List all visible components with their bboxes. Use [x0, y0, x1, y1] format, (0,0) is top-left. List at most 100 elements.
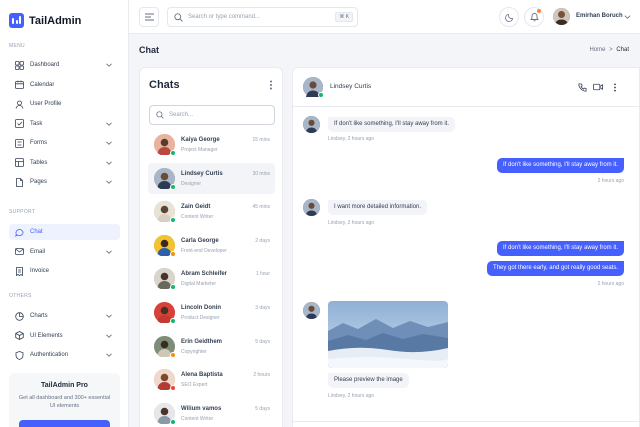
message-meta: Lindsey, 2 hours ago — [328, 220, 375, 226]
top-header: Search or type command... ⌘ K Emirhan Bo… — [129, 0, 640, 34]
sidebar-item-chat[interactable]: Chat — [9, 224, 120, 240]
chat-contact-item[interactable]: Kaiya George Project Manager 15 mins — [148, 129, 275, 160]
pie-chart-icon — [15, 311, 24, 321]
message-incoming: Please preview the image — [328, 373, 409, 388]
sidebar-item-dashboard[interactable]: Dashboard — [9, 57, 120, 73]
sidebar: TailAdmin MENU Dashboard Calendar User Pro… — [0, 0, 129, 427]
status-dot — [170, 217, 176, 224]
chat-icon — [15, 228, 24, 237]
contact-name: Lincoln Donin — [181, 305, 221, 311]
sidebar-item-invoice[interactable]: Invoice — [9, 263, 120, 279]
contact-time: 2 days — [255, 237, 270, 244]
chat-search-input[interactable]: Search... — [149, 105, 275, 125]
sidebar-item-calendar[interactable]: Calendar — [9, 77, 120, 93]
promo-title: TailAdmin Pro — [41, 382, 88, 389]
chat-contact-item[interactable]: Lincoln Donin Product Designer 3 days — [148, 297, 275, 328]
promo-card: TailAdmin Pro Get all dashboard and 300+… — [9, 373, 120, 427]
chevron-down-icon — [106, 333, 112, 338]
video-icon[interactable] — [593, 83, 603, 91]
others-section-label: OTHERS — [9, 293, 32, 299]
search-bar[interactable]: Search or type command... ⌘ K — [167, 7, 358, 27]
contact-avatar — [154, 268, 176, 291]
sidebar-item-pages[interactable]: Pages — [9, 174, 120, 190]
sidebar-item-charts[interactable]: Charts — [9, 308, 120, 324]
breadcrumb-current: Chat — [616, 47, 629, 53]
message-image[interactable] — [328, 301, 448, 368]
more-vertical-icon[interactable] — [613, 83, 617, 92]
conversation-panel: Lindsey Curtis If don't like something, … — [292, 67, 640, 427]
chevron-down-icon — [106, 314, 112, 318]
sidebar-toggle-button[interactable] — [139, 7, 159, 27]
chat-search-placeholder: Search... — [169, 112, 194, 118]
chat-contact-item[interactable]: Erin Geidthem Copyrighter 5 days — [148, 331, 275, 362]
contact-role: SEO Expert — [181, 382, 208, 389]
sidebar-item-label: Authentication — [30, 352, 69, 358]
status-dot — [170, 418, 176, 425]
contact-time: 1 hour — [255, 271, 270, 278]
status-dot — [170, 318, 176, 324]
sidebar-item-label: Forms — [30, 140, 47, 146]
chat-contact-item[interactable]: Zain Geidt Content Writer 45 mins — [148, 196, 275, 227]
contact-avatar — [154, 335, 176, 358]
chevron-down-icon[interactable] — [624, 14, 631, 20]
chat-list-panel: Chats Search... Kaiya George Project Mana… — [139, 67, 283, 427]
user-avatar[interactable] — [553, 8, 570, 25]
menu-icon — [144, 13, 154, 21]
support-section-label: SUPPORT — [9, 209, 36, 215]
status-dot — [170, 385, 176, 392]
breadcrumb-home[interactable]: Home — [589, 47, 605, 53]
contact-time: 2 hours — [253, 372, 270, 379]
sidebar-item-label: Pages — [30, 179, 48, 185]
contact-role: Product Designer — [181, 315, 220, 321]
sidebar-item-ui-elements[interactable]: UI Elements — [9, 328, 120, 344]
contact-role: Content Writer — [181, 415, 214, 422]
sidebar-item-label: Dashboard — [30, 62, 60, 68]
contact-role: Copyrighter — [181, 348, 207, 355]
logo[interactable]: TailAdmin — [9, 13, 81, 28]
message-outgoing: If don't like something, I'll stay away … — [496, 241, 624, 256]
sidebar-item-email[interactable]: Email — [9, 244, 120, 260]
chat-contact-item[interactable]: Carla George Front-end Developer 2 days — [148, 230, 275, 261]
status-dot — [170, 250, 176, 257]
menu-section-label: MENU — [9, 43, 25, 49]
contact-role: Designer — [181, 180, 202, 187]
sidebar-item-user-profile[interactable]: User Profile — [9, 96, 120, 112]
chat-contact-item[interactable]: Alena Baptista SEO Expert 2 hours — [148, 364, 275, 395]
user-name[interactable]: Emirhan Boruch — [576, 13, 623, 19]
bell-icon — [529, 13, 539, 22]
status-dot — [170, 351, 176, 358]
sidebar-item-label: Chat — [30, 229, 43, 235]
chat-contact-item[interactable]: Abram Schleifer Digital Marketer 1 hour — [148, 263, 275, 294]
sidebar-item-task[interactable]: Task — [9, 116, 120, 132]
contact-avatar — [154, 369, 176, 392]
user-icon — [15, 100, 24, 109]
promo-button[interactable] — [19, 420, 110, 427]
contact-time: 3 days — [255, 305, 270, 311]
contact-name: Abram Schleifer — [181, 271, 228, 278]
phone-icon[interactable] — [578, 83, 587, 92]
sidebar-item-authentication[interactable]: Authentication — [9, 347, 120, 363]
chat-contact-item[interactable]: Lindsey Curtis Designer 30 mins — [148, 162, 275, 194]
chat-contact-item[interactable]: Wilium vamos Content Writer 5 days — [148, 398, 275, 427]
message-incoming: I want more detailed information. — [328, 200, 428, 215]
sidebar-item-tables[interactable]: Tables — [9, 155, 120, 171]
chevron-down-icon — [106, 63, 112, 67]
theme-toggle-button[interactable] — [499, 7, 519, 27]
notification-button[interactable] — [524, 7, 544, 27]
contact-name: Kaiya George — [181, 137, 220, 143]
message-incoming: If don't like something, I'll stay away … — [328, 117, 456, 132]
contact-name: Wilium vamos — [181, 405, 222, 412]
more-vertical-icon[interactable] — [269, 80, 273, 90]
sidebar-item-label: Charts — [30, 313, 48, 319]
search-icon — [156, 111, 164, 119]
contact-name: Carla George — [181, 237, 219, 244]
composer-divider — [293, 421, 639, 422]
logo-text: TailAdmin — [29, 14, 82, 27]
breadcrumb: Home > Chat — [589, 47, 629, 53]
contact-role: Front-end Developer — [181, 247, 227, 254]
sidebar-item-label: User Profile — [30, 101, 62, 107]
chevron-down-icon — [106, 180, 112, 184]
message-avatar — [303, 302, 320, 319]
sidebar-item-forms[interactable]: Forms — [9, 135, 120, 151]
breadcrumb-separator: > — [609, 47, 613, 53]
